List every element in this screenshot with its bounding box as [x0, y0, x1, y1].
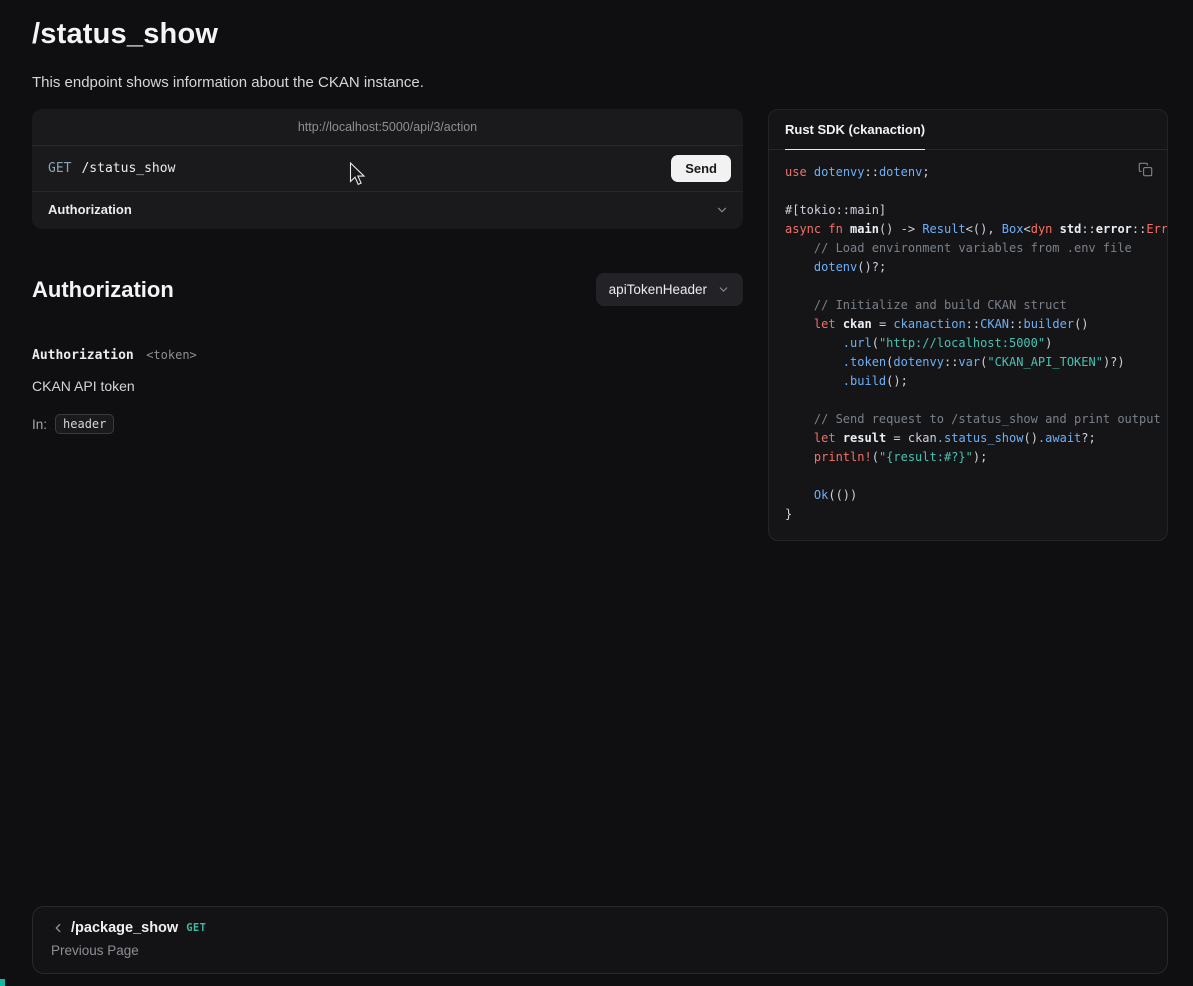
authorization-heading: Authorization	[32, 277, 174, 303]
auth-scheme-select[interactable]: apiTokenHeader	[596, 273, 743, 306]
chevron-left-icon	[51, 921, 65, 935]
corner-artifact	[0, 979, 5, 986]
previous-page-label: Previous Page	[51, 943, 1149, 958]
request-row: GET /status_show Send	[32, 146, 743, 191]
left-column: http://localhost:5000/api/3/action GET /…	[32, 109, 743, 434]
request-path: /status_show	[81, 161, 175, 176]
chevron-down-icon	[715, 203, 729, 217]
auth-scheme-label: apiTokenHeader	[609, 282, 707, 297]
auth-in-row: In: header	[32, 414, 743, 434]
previous-page-path: /package_show	[71, 920, 178, 936]
page: /status_show This endpoint shows informa…	[0, 0, 1193, 986]
code-container: use dotenvy::dotenv; #[tokio::main]async…	[769, 150, 1167, 540]
copy-button[interactable]	[1135, 159, 1156, 183]
auth-param-name: Authorization	[32, 348, 134, 363]
auth-param-description: CKAN API token	[32, 378, 743, 394]
auth-in-label: In:	[32, 417, 47, 432]
request-card: http://localhost:5000/api/3/action GET /…	[32, 109, 743, 229]
main-content: http://localhost:5000/api/3/action GET /…	[32, 109, 1168, 541]
page-description: This endpoint shows information about th…	[32, 74, 1168, 91]
auth-param-hint: <token>	[146, 348, 197, 362]
request-url-bar[interactable]: http://localhost:5000/api/3/action	[32, 109, 743, 146]
authorization-section: Authorization apiTokenHeader Authorizati…	[32, 273, 743, 434]
auth-param-line: Authorization <token>	[32, 346, 743, 364]
previous-page-method: GET	[186, 922, 206, 934]
page-title: /status_show	[32, 16, 1168, 52]
http-method-label: GET	[48, 161, 71, 176]
header-badge: header	[55, 414, 114, 434]
clipboard-icon	[1138, 162, 1153, 177]
code-block: use dotenvy::dotenv; #[tokio::main]async…	[785, 163, 1151, 524]
tab-rust-sdk[interactable]: Rust SDK (ckanaction)	[785, 110, 925, 150]
previous-page-link[interactable]: /package_show GET Previous Page	[32, 906, 1168, 974]
chevron-down-icon	[717, 283, 730, 296]
authorization-accordion[interactable]: Authorization	[32, 191, 743, 229]
sdk-code-panel: Rust SDK (ckanaction) use dotenvy::doten…	[768, 109, 1168, 541]
sdk-panel-header: Rust SDK (ckanaction)	[769, 110, 1167, 150]
send-button[interactable]: Send	[671, 155, 731, 182]
authorization-accordion-label: Authorization	[48, 202, 132, 217]
